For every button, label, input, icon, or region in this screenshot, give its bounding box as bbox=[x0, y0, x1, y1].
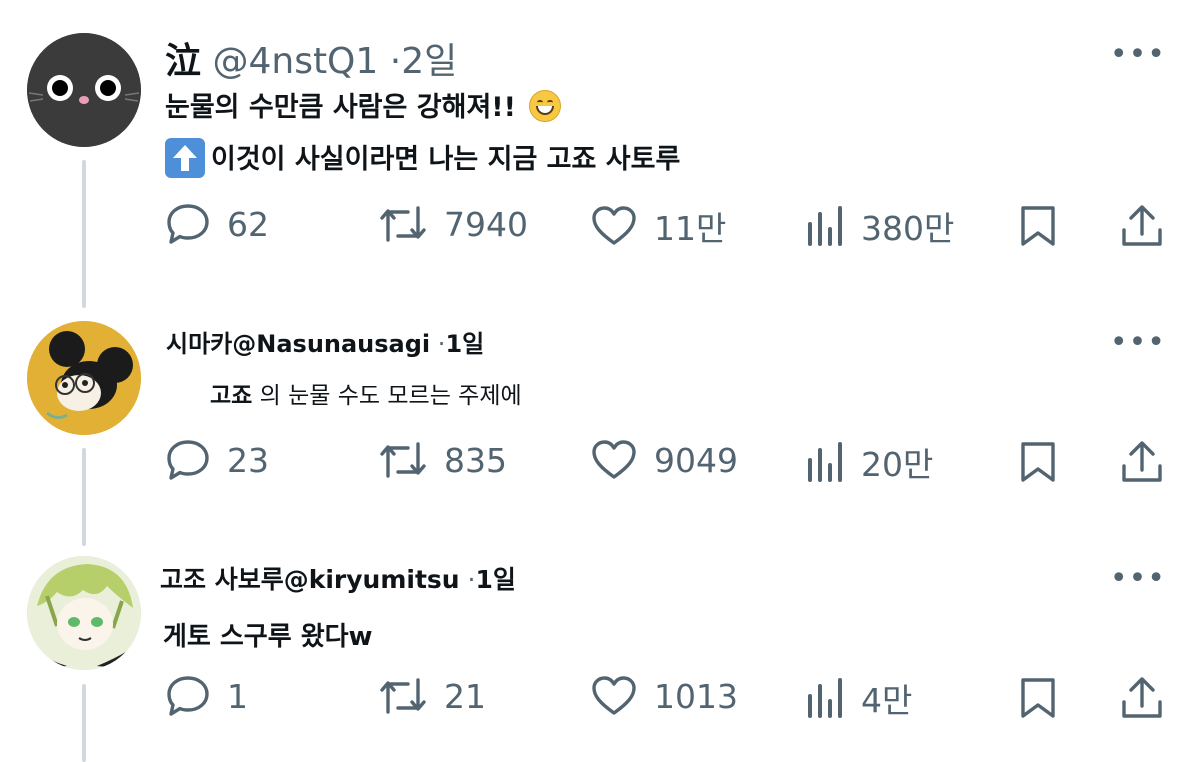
repost-icon bbox=[380, 442, 426, 478]
bookmark-icon bbox=[1021, 678, 1055, 718]
action-bar: 1 21 1013 4만 bbox=[0, 674, 1200, 724]
reply-count: 1 bbox=[227, 676, 248, 716]
action-bar: 23 835 9049 20만 bbox=[0, 438, 1200, 488]
post-text-line-1: 눈물의 수만큼 사람은 강해져!! bbox=[165, 85, 562, 124]
views-chart-icon bbox=[808, 442, 842, 482]
views-button[interactable]: 4만 bbox=[805, 674, 912, 722]
display-name[interactable]: 泣 bbox=[165, 41, 201, 82]
like-count: 9049 bbox=[654, 440, 738, 480]
user-handle[interactable]: @Nasunausagi bbox=[232, 330, 430, 358]
share-button[interactable] bbox=[1118, 204, 1166, 252]
post-2[interactable]: 시마카@Nasunausagi ·1일 ••• 고죠 의 눈물 수도 모르는 주… bbox=[0, 300, 1200, 530]
action-bar: 62 7940 11만 380만 bbox=[0, 200, 1200, 250]
bookmark-button[interactable] bbox=[1018, 440, 1058, 488]
view-count: 380만 bbox=[861, 209, 955, 248]
display-name-text: 고조 사보루 bbox=[160, 565, 284, 594]
reply-icon bbox=[167, 204, 209, 244]
post-text: 게토 스구루 왔다w bbox=[163, 622, 373, 652]
cat-face-avatar-image bbox=[27, 33, 141, 147]
post-3[interactable]: 고조 사보루@kiryumitsu ·1일 ••• 게토 스구루 왔다w 1 2… bbox=[0, 540, 1200, 762]
more-options-icon[interactable]: ••• bbox=[1110, 564, 1166, 594]
views-chart-icon bbox=[808, 206, 842, 246]
repost-icon bbox=[380, 206, 426, 242]
heart-icon bbox=[592, 676, 636, 715]
view-count: 20만 bbox=[861, 445, 934, 484]
share-button[interactable] bbox=[1118, 676, 1166, 724]
mouse-avatar-image bbox=[27, 321, 141, 435]
reply-count: 62 bbox=[227, 204, 269, 244]
post-text: 눈물의 수만큼 사람은 강해져!! bbox=[165, 92, 516, 123]
post-time[interactable]: 1일 bbox=[445, 330, 484, 358]
reply-button[interactable]: 23 bbox=[165, 438, 269, 482]
repost-count: 7940 bbox=[444, 204, 528, 244]
like-button[interactable]: 1013 bbox=[590, 674, 738, 718]
like-button[interactable]: 11만 bbox=[590, 202, 726, 250]
post-header: 고조 사보루@kiryumitsu ·1일 bbox=[160, 560, 516, 596]
post-1[interactable]: 泣 @4nstQ1 ·2일 ••• 눈물의 수만큼 사람은 강해져!! 이것이 … bbox=[0, 0, 1200, 300]
post-text-rest: 의 눈물 수도 모르는 주제에 bbox=[252, 383, 522, 409]
share-button[interactable] bbox=[1118, 440, 1166, 488]
view-count: 4만 bbox=[861, 681, 913, 720]
reply-icon bbox=[167, 440, 209, 480]
bookmark-icon bbox=[1021, 442, 1055, 482]
share-icon bbox=[1122, 205, 1162, 246]
bookmark-button[interactable] bbox=[1018, 204, 1058, 252]
post-text-line-2: 이것이 사실이라면 나는 지금 고죠 사토루 bbox=[165, 137, 680, 178]
repost-count: 835 bbox=[444, 440, 507, 480]
post-header: 泣 @4nstQ1 ·2일 bbox=[165, 32, 457, 84]
bookmark-button[interactable] bbox=[1018, 676, 1058, 724]
repost-button[interactable]: 21 bbox=[378, 674, 486, 718]
share-icon bbox=[1122, 441, 1162, 482]
avatar[interactable] bbox=[27, 33, 141, 147]
separator-dot: · bbox=[467, 565, 476, 594]
like-count: 11만 bbox=[654, 209, 727, 248]
heart-icon bbox=[592, 206, 636, 245]
grinning-face-emoji-icon bbox=[529, 90, 562, 122]
more-options-icon[interactable]: ••• bbox=[1110, 40, 1166, 70]
up-arrow-emoji-icon bbox=[165, 138, 205, 178]
separator-dot: · bbox=[389, 41, 402, 82]
user-handle[interactable]: @4nstQ1 bbox=[212, 41, 378, 82]
anime-character-avatar-image bbox=[27, 556, 141, 670]
user-handle[interactable]: @kiryumitsu bbox=[284, 565, 460, 594]
reply-count: 23 bbox=[227, 440, 269, 480]
like-count: 1013 bbox=[654, 676, 738, 716]
post-header: 시마카@Nasunausagi ·1일 bbox=[166, 324, 484, 359]
repost-button[interactable]: 7940 bbox=[378, 202, 528, 246]
heart-icon bbox=[592, 440, 636, 479]
avatar[interactable] bbox=[27, 321, 141, 435]
post-text: 이것이 사실이라면 나는 지금 고죠 사토루 bbox=[211, 144, 681, 175]
repost-button[interactable]: 835 bbox=[378, 438, 507, 482]
like-button[interactable]: 9049 bbox=[590, 438, 738, 482]
more-options-icon[interactable]: ••• bbox=[1110, 328, 1166, 358]
repost-count: 21 bbox=[444, 676, 486, 716]
views-button[interactable]: 380만 bbox=[805, 202, 954, 250]
post-text: 고죠 의 눈물 수도 모르는 주제에 bbox=[210, 376, 522, 410]
views-chart-icon bbox=[808, 678, 842, 718]
display-name[interactable]: 고조 사보루@kiryumitsu bbox=[160, 565, 460, 594]
bookmark-icon bbox=[1021, 206, 1055, 246]
display-name-text: 시마카 bbox=[166, 330, 233, 358]
post-time[interactable]: 2일 bbox=[401, 41, 457, 82]
views-button[interactable]: 20만 bbox=[805, 438, 933, 486]
reply-button[interactable]: 1 bbox=[165, 674, 248, 718]
post-text-bold: 고죠 bbox=[210, 383, 253, 409]
avatar[interactable] bbox=[27, 556, 141, 670]
reply-button[interactable]: 62 bbox=[165, 202, 269, 246]
post-time[interactable]: 1일 bbox=[476, 565, 516, 594]
share-icon bbox=[1122, 677, 1162, 718]
display-name[interactable]: 시마카@Nasunausagi bbox=[166, 330, 430, 358]
repost-icon bbox=[380, 678, 426, 714]
reply-icon bbox=[167, 676, 209, 716]
